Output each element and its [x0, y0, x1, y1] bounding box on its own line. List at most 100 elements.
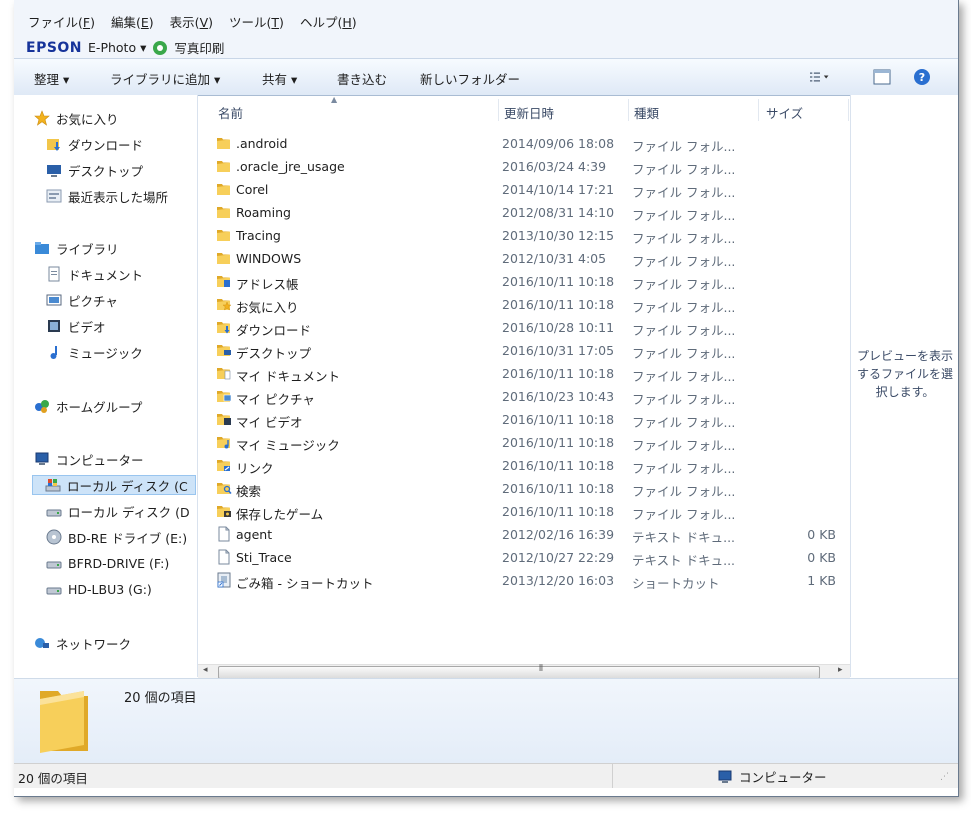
epson-product-dropdown[interactable]: E-Photo ▾ — [88, 40, 146, 55]
document-icon — [48, 266, 60, 282]
nav-libraries[interactable]: ライブラリ — [34, 238, 119, 258]
file-name: .android — [236, 136, 288, 151]
file-row[interactable]: デスクトップ 2016/10/31 17:05 ファイル フォル... — [216, 340, 836, 362]
file-row[interactable]: Roaming 2012/08/31 14:10 ファイル フォル... — [216, 202, 836, 224]
nav-music[interactable]: ミュージック — [46, 342, 143, 362]
organize-button[interactable]: 整理 ▾ — [34, 69, 69, 88]
svg-text:?: ? — [919, 71, 925, 84]
column-separator[interactable] — [758, 99, 759, 121]
network-icon — [35, 638, 49, 648]
burn-button[interactable]: 書き込む — [337, 69, 387, 88]
nav-drive-f[interactable]: BFRD-DRIVE (F:) — [46, 553, 169, 573]
menu-view[interactable]: 表示(V) — [170, 12, 213, 31]
folder-icon — [216, 158, 232, 177]
file-date: 2014/10/14 17:21 — [502, 182, 615, 197]
nav-documents[interactable]: ドキュメント — [46, 264, 143, 284]
file-type: ファイル フォル... — [632, 438, 736, 453]
nav-favorites[interactable]: お気に入り — [34, 108, 119, 128]
column-header-size[interactable]: サイズ — [766, 103, 803, 122]
file-row[interactable]: ダウンロード 2016/10/28 10:11 ファイル フォル... — [216, 317, 836, 339]
new-folder-button[interactable]: 新しいフォルダー — [420, 69, 520, 88]
column-header-type[interactable]: 種類 — [634, 103, 659, 122]
file-row[interactable]: アドレス帳 2016/10/11 10:18 ファイル フォル... — [216, 271, 836, 293]
menu-edit[interactable]: 編集(E) — [111, 12, 154, 31]
nav-network[interactable]: ネットワーク — [34, 633, 131, 653]
menu-tools[interactable]: ツール(T) — [229, 12, 284, 31]
add-to-library-button[interactable]: ライブラリに追加 ▾ — [110, 69, 220, 88]
menu-bar: ファイル(F) 編集(E) 表示(V) ツール(T) ヘルプ(H) EPSON … — [14, 0, 958, 58]
desktop-icon — [47, 165, 61, 177]
nav-downloads[interactable]: ダウンロード — [46, 134, 143, 154]
music-folder-icon — [216, 434, 232, 453]
nav-drive-d[interactable]: ローカル ディスク (D — [46, 501, 190, 521]
nav-videos[interactable]: ビデオ — [46, 316, 106, 336]
scroll-right-icon[interactable]: ▸ — [838, 665, 843, 675]
resize-grip-icon[interactable]: ⋰ — [940, 772, 949, 782]
computer-icon — [35, 452, 49, 465]
nav-homegroup[interactable]: ホームグループ — [34, 396, 142, 416]
file-size: 1 KB — [807, 573, 836, 588]
file-date: 2016/10/11 10:18 — [502, 297, 615, 312]
file-type: ファイル フォル... — [632, 461, 736, 476]
file-row[interactable]: マイ ドキュメント 2016/10/11 10:18 ファイル フォル... — [216, 363, 836, 385]
share-button[interactable]: 共有 ▾ — [262, 69, 297, 88]
help-icon: ? — [914, 69, 930, 85]
search-folder-icon — [216, 480, 232, 499]
file-row[interactable]: 検索 2016/10/11 10:18 ファイル フォル... — [216, 478, 836, 500]
menu-file[interactable]: ファイル(F) — [28, 12, 95, 31]
preview-pane-button[interactable] — [872, 67, 892, 87]
scrollbar-grip-icon: ⦀ — [539, 664, 543, 674]
file-date: 2016/10/23 10:43 — [502, 389, 615, 404]
file-row[interactable]: .oracle_jre_usage 2016/03/24 4:39 ファイル フォル… — [216, 156, 836, 178]
nav-drive-c[interactable]: ローカル ディスク (C — [32, 475, 196, 495]
file-name: アドレス帳 — [236, 277, 299, 292]
horizontal-scrollbar[interactable]: ◂ ⦀ ▸ — [198, 664, 850, 679]
file-name: Tracing — [236, 228, 281, 243]
photo-print-button[interactable]: 写真印刷 — [174, 38, 224, 57]
file-name: お気に入り — [236, 300, 299, 315]
pictures-icon — [46, 294, 62, 306]
file-row[interactable]: WINDOWS 2012/10/31 4:05 ファイル フォル... — [216, 248, 836, 270]
menu-help[interactable]: ヘルプ(H) — [300, 12, 357, 31]
file-row[interactable]: マイ ビデオ 2016/10/11 10:18 ファイル フォル... — [216, 409, 836, 431]
file-row[interactable]: お気に入り 2016/10/11 10:18 ファイル フォル... — [216, 294, 836, 316]
column-header-name[interactable]: 名前 — [218, 103, 243, 122]
details-pane: 20 個の項目 — [14, 678, 958, 763]
column-separator[interactable] — [848, 99, 849, 121]
epson-logo: EPSON — [26, 39, 83, 56]
file-name: Sti_Trace — [236, 550, 292, 565]
file-type: ファイル フォル... — [632, 392, 736, 407]
view-options-button[interactable] — [810, 67, 830, 87]
file-row[interactable]: マイ ミュージック 2016/10/11 10:18 ファイル フォル... — [216, 432, 836, 454]
nav-drive-g[interactable]: HD-LBU3 (G:) — [46, 579, 152, 599]
column-header-date[interactable]: 更新日時 — [504, 103, 554, 122]
file-row[interactable]: agent 2012/02/16 16:39 テキスト ドキュ... 0 KB — [216, 524, 836, 546]
nav-drive-e[interactable]: BD-RE ドライブ (E:) — [46, 527, 187, 547]
file-type: ファイル フォル... — [632, 185, 736, 200]
file-type: ファイル フォル... — [632, 277, 736, 292]
nav-desktop[interactable]: デスクトップ — [46, 160, 143, 180]
help-button[interactable]: ? — [912, 67, 932, 87]
epson-toolbar: EPSON E-Photo ▾ 写真印刷 — [26, 38, 224, 57]
file-row[interactable]: 保存したゲーム 2016/10/11 10:18 ファイル フォル... — [216, 501, 836, 523]
nav-pictures[interactable]: ピクチャ — [46, 290, 118, 310]
column-separator[interactable] — [498, 99, 499, 121]
file-row[interactable]: マイ ピクチャ 2016/10/23 10:43 ファイル フォル... — [216, 386, 836, 408]
nav-computer[interactable]: コンピューター — [34, 449, 144, 469]
file-row[interactable]: Corel 2014/10/14 17:21 ファイル フォル... — [216, 179, 836, 201]
file-row[interactable]: ごみ箱 - ショートカット 2013/12/20 16:03 ショートカット 1 KB — [216, 570, 836, 592]
file-date: 2016/10/11 10:18 — [502, 366, 615, 381]
file-date: 2016/10/11 10:18 — [502, 504, 615, 519]
nav-recent-places[interactable]: 最近表示した場所 — [46, 186, 168, 206]
file-row[interactable]: リンク 2016/10/11 10:18 ファイル フォル... — [216, 455, 836, 477]
status-location: コンピューター — [717, 767, 827, 786]
file-size: 0 KB — [807, 550, 836, 565]
file-name: ダウンロード — [236, 323, 312, 338]
scroll-left-icon[interactable]: ◂ — [203, 665, 208, 675]
column-separator[interactable] — [628, 99, 629, 121]
folder-icon — [216, 181, 232, 200]
file-row[interactable]: Sti_Trace 2012/10/27 22:29 テキスト ドキュ... 0 KB — [216, 547, 836, 569]
file-row[interactable]: .android 2014/09/06 18:08 ファイル フォル... — [216, 133, 836, 155]
file-row[interactable]: Tracing 2013/10/30 12:15 ファイル フォル... — [216, 225, 836, 247]
status-item-count: 20 個の項目 — [18, 771, 88, 786]
